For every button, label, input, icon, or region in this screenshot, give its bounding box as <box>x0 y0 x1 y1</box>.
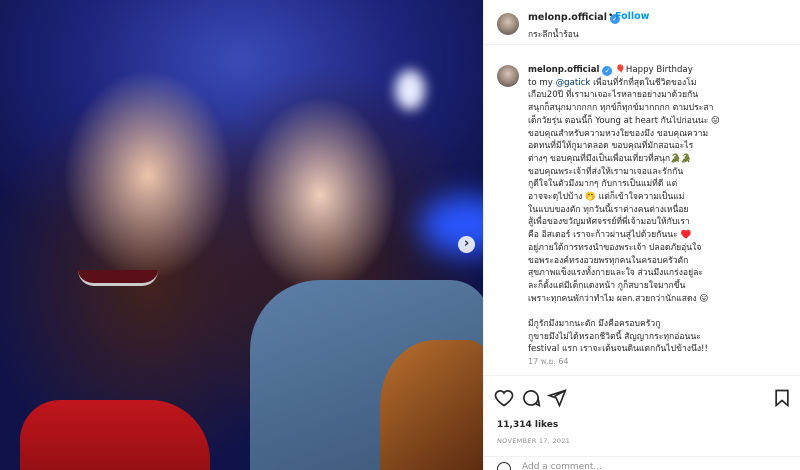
choker <box>78 270 158 286</box>
comment-icon[interactable] <box>521 388 541 408</box>
comment-bar: Add a comment... <box>484 456 800 470</box>
emoji-icon[interactable] <box>497 462 511 470</box>
verified-badge-icon: ✓ <box>602 66 613 76</box>
action-bar: 11,314 likes NOVEMBER 17, 2021 Add a com… <box>484 375 800 470</box>
avatar[interactable] <box>497 65 519 87</box>
stage-light <box>395 70 425 110</box>
likes-count[interactable]: 11,314 likes <box>497 420 558 430</box>
feather-wing <box>380 340 483 470</box>
comment-input[interactable]: Add a comment... <box>522 462 602 470</box>
caption-text-part: เพื่อนที่รักที่สุดในชีวิตของโม เกือบ20ปี… <box>528 77 720 355</box>
post-date[interactable]: NOVEMBER 17, 2021 <box>497 437 570 445</box>
follow-button[interactable]: Follow <box>615 11 649 22</box>
post-location[interactable]: กระลึกน้ำร้อน <box>528 27 579 41</box>
avatar[interactable] <box>497 13 519 35</box>
caption-timestamp: 17 พ.ย. 64 <box>528 357 569 366</box>
mention-link[interactable]: @gatick <box>556 78 591 88</box>
red-dress <box>20 400 210 470</box>
caption-text: melonp.official ✓ 🎈Happy Birthday to my @… <box>528 64 773 356</box>
post-photo[interactable]: › <box>0 0 483 470</box>
heart-icon[interactable] <box>494 388 514 408</box>
post-panel: melonp.official ✓ • Follow กระลึกน้ำร้อน … <box>483 0 800 470</box>
post-header: melonp.official ✓ • Follow กระลึกน้ำร้อน <box>484 0 800 45</box>
caption: melonp.official ✓ 🎈Happy Birthday to my @… <box>484 45 800 375</box>
share-icon[interactable] <box>547 388 567 408</box>
username-text[interactable]: melonp.official <box>528 12 607 23</box>
caption-username[interactable]: melonp.official <box>528 65 599 75</box>
separator-dot: • <box>608 11 614 21</box>
bookmark-icon[interactable] <box>772 388 792 408</box>
chevron-right-icon[interactable]: › <box>458 236 475 253</box>
post-username[interactable]: melonp.official ✓ <box>528 12 620 24</box>
